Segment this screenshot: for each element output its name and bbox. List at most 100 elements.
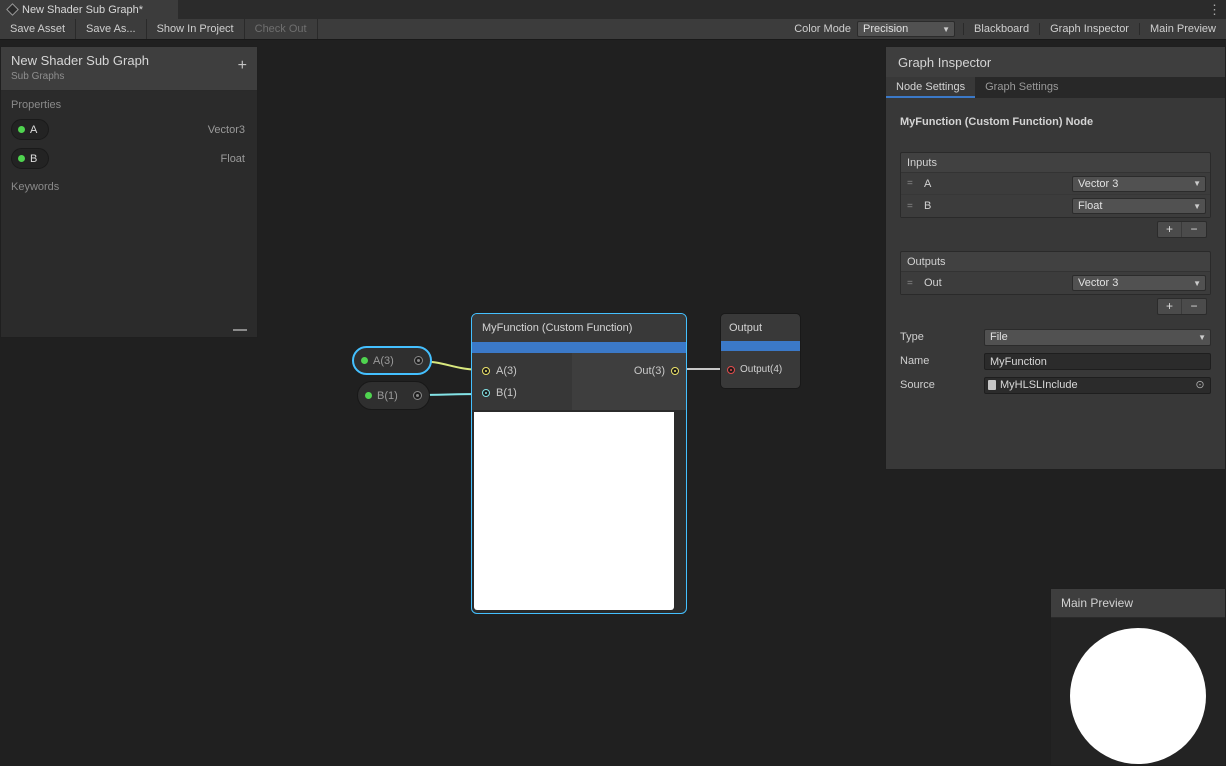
output-port-out[interactable]: Out(3) <box>628 360 686 382</box>
property-pill-b[interactable]: B <box>11 148 49 169</box>
node-settings-heading: MyFunction (Custom Function) Node <box>900 116 1211 128</box>
input-port-a[interactable]: A(3) <box>472 360 572 382</box>
remove-output-button[interactable]: − <box>1182 299 1206 314</box>
precision-dropdown-value: Precision <box>858 23 940 35</box>
toolbar: Save Asset Save As... Show In Project Ch… <box>0 19 1226 40</box>
type-label: Type <box>900 331 984 343</box>
precision-dropdown[interactable]: Precision ▼ <box>857 21 955 37</box>
blackboard-property-row[interactable]: B Float <box>1 144 257 173</box>
blackboard-header: New Shader Sub Graph Sub Graphs + <box>1 47 257 91</box>
custom-function-node-title[interactable]: MyFunction (Custom Function) <box>472 314 686 342</box>
property-node-a-output-port[interactable] <box>414 356 423 365</box>
show-in-project-button[interactable]: Show In Project <box>147 19 245 39</box>
graph-inspector-panel: Graph Inspector Node Settings Graph Sett… <box>885 46 1226 470</box>
drag-handle-icon[interactable]: = <box>907 278 917 289</box>
node-accent-bar <box>472 342 686 353</box>
property-node-a[interactable]: A(3) <box>352 346 432 375</box>
output-node-input-port[interactable]: Output(4) <box>721 351 800 388</box>
kebab-menu-icon[interactable]: ⋮ <box>1208 1 1221 18</box>
add-property-button[interactable]: + <box>238 58 247 74</box>
type-dropdown[interactable]: File ▼ <box>984 329 1211 346</box>
object-picker-icon[interactable]: ⊙ <box>1192 378 1208 393</box>
drag-handle-icon[interactable]: = <box>907 178 917 189</box>
main-preview-panel: Main Preview <box>1050 588 1226 766</box>
remove-input-button[interactable]: − <box>1182 222 1206 237</box>
input-port-b[interactable]: B(1) <box>472 382 572 404</box>
main-preview-toggle-button[interactable]: Main Preview <box>1139 23 1226 35</box>
exposed-property-dot <box>365 392 372 399</box>
input-name: B <box>924 200 931 212</box>
tab-node-settings[interactable]: Node Settings <box>886 77 975 98</box>
input-type-dropdown[interactable]: Float ▼ <box>1072 198 1206 214</box>
output-node-title[interactable]: Output <box>721 314 800 341</box>
property-node-b[interactable]: B(1) <box>357 381 430 410</box>
inputs-add-remove-bar: + − <box>900 221 1207 238</box>
output-name: Out <box>924 277 942 289</box>
hlsl-file-icon <box>988 380 996 390</box>
name-label: Name <box>900 355 984 367</box>
graph-inspector-title: Graph Inspector <box>886 47 1225 77</box>
blackboard-resize-handle[interactable] <box>233 329 247 331</box>
input-type-dropdown[interactable]: Vector 3 ▼ <box>1072 176 1206 192</box>
output-node-port-label: Output(4) <box>740 364 782 375</box>
tab-graph-settings[interactable]: Graph Settings <box>975 77 1068 98</box>
output-node[interactable]: Output Output(4) <box>720 313 801 389</box>
property-node-b-label: B(1) <box>377 390 398 402</box>
node-output-ports: Out(3) <box>572 353 686 410</box>
node-ports: A(3) B(1) Out(3) <box>472 353 686 410</box>
input-type-value: Float <box>1073 200 1191 212</box>
outputs-table-row[interactable]: = Out Vector 3 ▼ <box>901 272 1210 294</box>
port-dot-vector3-icon[interactable] <box>482 367 490 375</box>
graph-inspector-tabs: Node Settings Graph Settings <box>886 77 1225 98</box>
input-port-a-label: A(3) <box>496 365 517 377</box>
property-name: A <box>30 124 37 136</box>
port-dot-float-icon[interactable] <box>482 389 490 397</box>
main-preview-viewport[interactable] <box>1051 618 1225 765</box>
inputs-table-row[interactable]: = B Float ▼ <box>901 195 1210 217</box>
tab-title: New Shader Sub Graph* <box>22 4 143 16</box>
property-node-a-label: A(3) <box>373 355 394 367</box>
tab-new-shader-sub-graph[interactable]: New Shader Sub Graph* <box>0 0 178 19</box>
graph-inspector-body: MyFunction (Custom Function) Node Inputs… <box>886 98 1225 412</box>
color-mode-label: Color Mode <box>788 23 857 35</box>
outputs-table-header: Outputs <box>901 252 1210 272</box>
preview-sphere <box>1070 628 1206 764</box>
inputs-table-row[interactable]: = A Vector 3 ▼ <box>901 173 1210 195</box>
chevron-down-icon: ▼ <box>1191 179 1205 188</box>
add-input-button[interactable]: + <box>1158 222 1182 237</box>
check-out-button: Check Out <box>245 19 318 39</box>
output-type-value: Vector 3 <box>1073 277 1191 289</box>
add-output-button[interactable]: + <box>1158 299 1182 314</box>
chevron-down-icon: ▼ <box>1196 333 1210 342</box>
inputs-table: Inputs = A Vector 3 ▼ = B Float ▼ <box>900 152 1211 218</box>
save-asset-button[interactable]: Save Asset <box>0 19 76 39</box>
property-node-b-output-port[interactable] <box>413 391 422 400</box>
window-tab-strip: New Shader Sub Graph* ⋮ <box>0 0 1226 19</box>
port-dot-vector3-icon[interactable] <box>671 367 679 375</box>
node-preview-area <box>474 412 674 610</box>
chevron-down-icon: ▼ <box>1191 279 1205 288</box>
graph-inspector-toggle-button[interactable]: Graph Inspector <box>1039 23 1139 35</box>
property-type: Vector3 <box>208 124 245 136</box>
name-input[interactable] <box>984 353 1211 370</box>
outputs-add-remove-bar: + − <box>900 298 1207 315</box>
output-type-dropdown[interactable]: Vector 3 ▼ <box>1072 275 1206 291</box>
node-accent-bar <box>721 341 800 351</box>
name-field-row: Name <box>900 352 1211 370</box>
blackboard-property-row[interactable]: A Vector3 <box>1 115 257 144</box>
custom-function-node[interactable]: MyFunction (Custom Function) A(3) B(1) O… <box>471 313 687 614</box>
chevron-down-icon: ▼ <box>1191 202 1205 211</box>
source-object-field[interactable]: MyHLSLInclude ⊙ <box>984 377 1211 394</box>
port-dot-vector4-icon[interactable] <box>727 366 735 374</box>
save-as-button[interactable]: Save As... <box>76 19 147 39</box>
main-preview-title: Main Preview <box>1051 589 1225 618</box>
drag-handle-icon[interactable]: = <box>907 201 917 212</box>
type-dropdown-value: File <box>985 331 1196 343</box>
unity-icon <box>6 3 19 16</box>
exposed-property-dot <box>18 126 25 133</box>
property-pill-a[interactable]: A <box>11 119 49 140</box>
exposed-property-dot <box>361 357 368 364</box>
node-input-ports: A(3) B(1) <box>472 353 572 410</box>
input-port-b-label: B(1) <box>496 387 517 399</box>
blackboard-toggle-button[interactable]: Blackboard <box>963 23 1039 35</box>
